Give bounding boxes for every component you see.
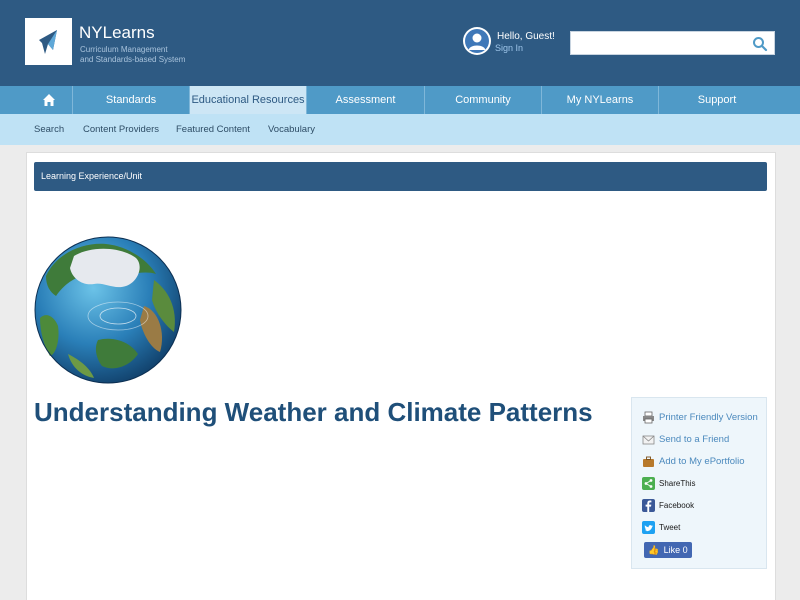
logo-arrow-icon [39,30,57,54]
subnav-content-providers[interactable]: Content Providers [83,124,159,135]
nav-community[interactable]: Community [424,86,541,114]
send-to-friend-link[interactable]: Send to a Friend [642,431,729,447]
envelope-icon [642,433,655,446]
facebook-label: Facebook [659,500,695,510]
home-icon [43,94,55,106]
subnav-vocabulary[interactable]: Vocabulary [268,124,315,135]
nav-my-nylearns[interactable]: My NYLearns [541,86,658,114]
facebook-icon [642,498,655,512]
tagline-line2: and Standards-based System [80,55,186,64]
like-label: Like 0 [663,545,688,555]
nav-home[interactable] [0,86,72,114]
tagline-line1: Curriculum Management [80,45,168,54]
add-to-eportfolio-label: Add to My ePortfolio [659,455,745,467]
sharethis-button[interactable]: ShareThis [642,475,695,491]
tweet-button[interactable]: Tweet [642,519,680,535]
nylearns-logo[interactable] [25,18,72,65]
nav-standards[interactable]: Standards [72,86,189,114]
section-header: Learning Experience/Unit [34,162,767,191]
site-header: NYLearns Curriculum Management and Stand… [0,0,800,86]
page-title: Understanding Weather and Climate Patter… [34,397,593,427]
sign-in-link[interactable]: Sign In [495,43,523,53]
nav-assessment[interactable]: Assessment [306,86,424,114]
send-to-friend-label: Send to a Friend [659,433,730,445]
briefcase-icon [642,455,655,468]
user-icon [465,29,489,53]
add-to-eportfolio-link[interactable]: Add to My ePortfolio [642,453,745,469]
facebook-like-button[interactable]: 👍 Like 0 [644,542,692,558]
avatar[interactable] [463,27,491,55]
brand-name: NYLearns [79,23,155,42]
sharethis-label: ShareThis [659,478,696,488]
printer-friendly-label: Printer Friendly Version [659,411,758,423]
brand-tagline: Curriculum Management and Standards-base… [80,45,210,65]
tweet-label: Tweet [659,522,681,532]
globe-image [34,236,182,384]
search-box [570,31,775,55]
facebook-button[interactable]: Facebook [642,497,694,513]
nav-support[interactable]: Support [658,86,775,114]
printer-friendly-link[interactable]: Printer Friendly Version [642,409,758,425]
search-input[interactable] [575,35,745,51]
section-label: Learning Experience/Unit [41,171,143,181]
main-nav: Standards Educational Resources Assessme… [0,86,800,114]
subnav-featured-content[interactable]: Featured Content [176,124,250,135]
nav-educational-resources[interactable]: Educational Resources [189,86,306,114]
printer-icon [642,411,655,424]
tools-sidebar: Printer Friendly Version Send to a Frien… [631,397,767,569]
subnav-search[interactable]: Search [34,124,64,135]
twitter-icon [642,520,655,534]
search-icon[interactable] [752,36,768,52]
greeting-text: Hello, Guest! [497,31,555,42]
thumbs-up-icon: 👍 [648,544,660,555]
share-icon [642,476,655,490]
sub-nav: Search Content Providers Featured Conten… [0,114,800,145]
